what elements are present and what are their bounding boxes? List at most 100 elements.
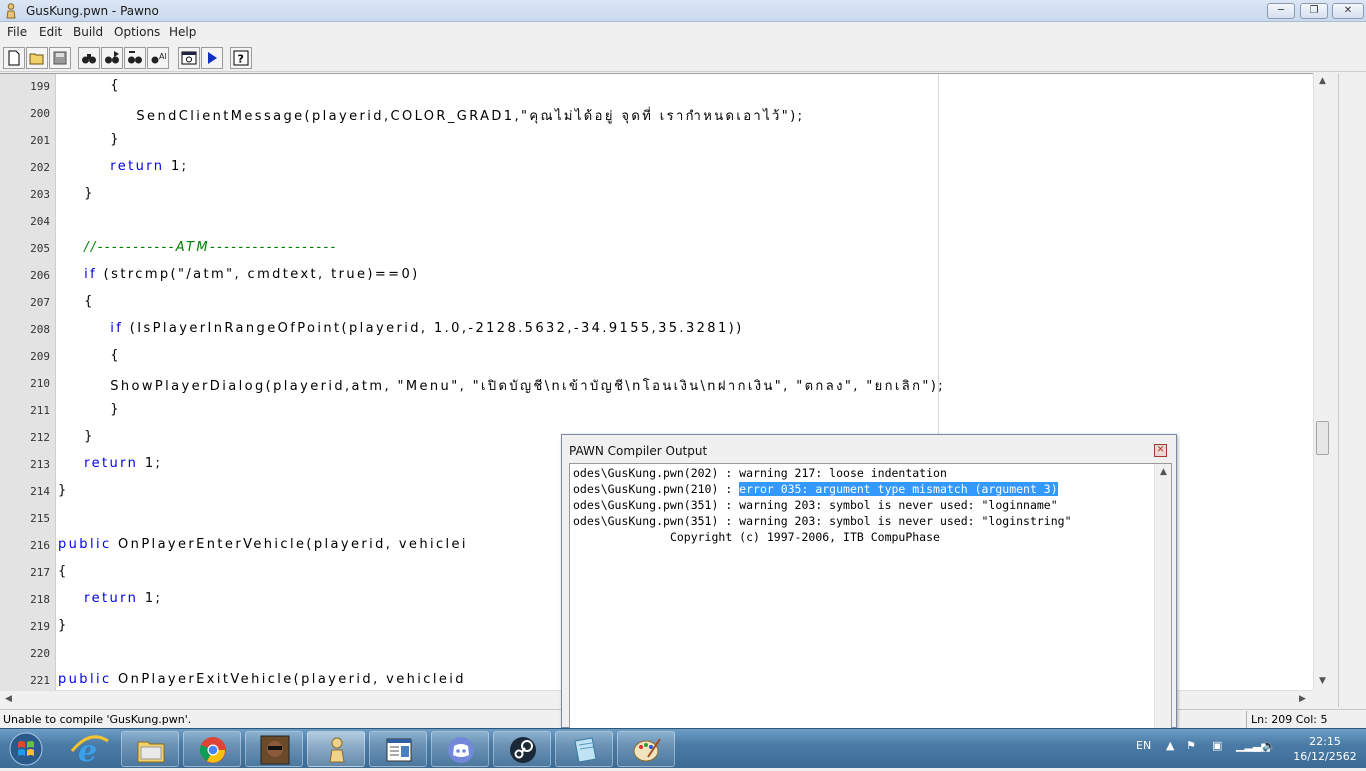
scroll-up-arrow[interactable]: ▲	[1314, 73, 1331, 90]
pawno-app-icon	[4, 3, 18, 19]
open-folder-icon	[29, 53, 44, 65]
line-number: 205	[30, 242, 50, 255]
line-number: 212	[30, 431, 50, 444]
gta-sa-icon	[260, 735, 290, 765]
compiler-output-row[interactable]: odes\GusKung.pwn(202) : warning 217: loo…	[573, 466, 947, 480]
play-icon	[208, 52, 217, 64]
scroll-left-arrow[interactable]: ◀	[0, 691, 17, 708]
steam-icon	[510, 737, 536, 763]
menu-edit[interactable]: Edit	[39, 25, 62, 39]
compile-button[interactable]	[178, 47, 200, 69]
svg-text:AB: AB	[159, 52, 166, 61]
compiler-close-button[interactable]: ✕	[1154, 444, 1167, 457]
code-line: public OnPlayerExitVehicle(playerid, veh…	[58, 672, 466, 687]
line-number: 220	[30, 647, 50, 660]
compiler-output-file: odes\GusKung.pwn(210) :	[573, 482, 740, 496]
menu-file[interactable]: File	[7, 25, 27, 39]
menu-build[interactable]: Build	[73, 25, 103, 39]
line-number: 221	[30, 674, 50, 687]
goto-line-button[interactable]: AB	[147, 47, 169, 69]
action-center-icon[interactable]: ⚑	[1186, 739, 1196, 752]
code-line: return 1;	[84, 456, 163, 471]
compiler-output-message: error 035: argument type mismatch (argum…	[739, 482, 1058, 496]
line-number: 199	[30, 80, 50, 93]
find-next-button[interactable]	[101, 47, 123, 69]
svg-text:?: ?	[238, 53, 244, 66]
line-number: 207	[30, 296, 50, 309]
taskbar-pawno[interactable]	[307, 731, 365, 767]
taskbar-file-explorer[interactable]	[121, 731, 179, 767]
line-number: 218	[30, 593, 50, 606]
compiler-output-row[interactable]: odes\GusKung.pwn(210) : error 035: argum…	[573, 482, 1058, 496]
safely-remove-hardware-icon[interactable]: ▣	[1212, 739, 1222, 752]
compiler-output-list[interactable]: odes\GusKung.pwn(202) : warning 217: loo…	[569, 463, 1172, 729]
start-button[interactable]	[4, 730, 48, 768]
taskbar-notepad[interactable]	[369, 731, 427, 767]
replace-button[interactable]	[124, 47, 146, 69]
code-line: //-----------ATM------------------	[58, 240, 338, 255]
line-number: 210	[30, 377, 50, 390]
code-line: {	[58, 564, 69, 579]
code-line: ShowPlayerDialog(playerid,atm, "Menu", "…	[58, 379, 946, 394]
clock-date: 16/12/2562	[1293, 750, 1357, 763]
maximize-button[interactable]: ❐	[1300, 3, 1328, 19]
code-line: {	[58, 348, 121, 363]
replace-icon	[128, 51, 142, 64]
line-number: 216	[30, 539, 50, 552]
menu-help[interactable]: Help	[169, 25, 196, 39]
code-line: return 1;	[84, 591, 163, 606]
taskbar-steam[interactable]	[493, 731, 551, 767]
scroll-down-arrow[interactable]: ▼	[1314, 673, 1331, 690]
internet-explorer-icon: e	[70, 734, 109, 769]
line-number: 201	[30, 134, 50, 147]
find-button[interactable]	[78, 47, 100, 69]
save-button[interactable]	[49, 47, 71, 69]
taskbar-chrome[interactable]	[183, 731, 241, 767]
help-button[interactable]: ?	[230, 47, 252, 69]
notebook-icon	[574, 737, 597, 763]
compiler-scroll-up-arrow[interactable]: ▲	[1155, 464, 1171, 481]
discord-icon	[448, 737, 474, 763]
compiler-output-scrollbar[interactable]: ▲	[1154, 464, 1171, 728]
vertical-scroll-thumb[interactable]	[1316, 421, 1329, 455]
taskbar-internet-explorer[interactable]: e	[62, 731, 118, 769]
editor-vertical-scrollbar[interactable]: ▲ ▼	[1313, 73, 1330, 690]
taskbar-notepad-blue[interactable]	[555, 731, 613, 767]
taskbar: e EN ▲ ⚑ ▣ ▁▂▃▅ 🔈 22:15 16/12/2562	[0, 728, 1366, 769]
paint-palette-icon	[633, 738, 661, 762]
volume-icon[interactable]: 🔈	[1262, 739, 1276, 752]
new-file-button[interactable]	[3, 47, 25, 69]
compiler-output-row[interactable]: odes\GusKung.pwn(351) : warning 203: sym…	[573, 498, 1058, 512]
code-line: SendClientMessage(playerid,COLOR_GRAD1,"…	[58, 109, 805, 124]
compiler-output-file: odes\GusKung.pwn(202) :	[573, 466, 740, 480]
run-button[interactable]	[201, 47, 223, 69]
toolbar: AB ?	[0, 44, 1366, 72]
code-line: if (IsPlayerInRangeOfPoint(playerid, 1.0…	[110, 321, 744, 336]
taskbar-gta-sa[interactable]	[245, 731, 303, 767]
compiler-output-file: odes\GusKung.pwn(351) :	[573, 498, 740, 512]
close-button[interactable]: ✕	[1332, 3, 1364, 19]
menu-bar: File Edit Build Options Help	[0, 22, 1366, 42]
clock[interactable]: 22:15 16/12/2562	[1290, 734, 1360, 764]
scroll-right-arrow[interactable]: ▶	[1294, 691, 1311, 708]
save-icon	[53, 51, 67, 65]
window-title: GusKung.pwn - Pawno	[26, 4, 159, 18]
goto-icon: AB	[151, 52, 166, 64]
line-number: 209	[30, 350, 50, 363]
taskbar-paint[interactable]	[617, 731, 675, 767]
compiler-output-file: odes\GusKung.pwn(351) :	[573, 514, 740, 528]
open-file-button[interactable]	[26, 47, 48, 69]
find-next-icon	[105, 51, 119, 64]
compiler-output-message: warning 203: symbol is never used: "logi…	[739, 514, 1072, 528]
language-indicator[interactable]: EN	[1136, 739, 1151, 752]
compiler-output-row[interactable]: Copyright (c) 1997-2006, ITB CompuPhase	[573, 530, 940, 544]
menu-options[interactable]: Options	[114, 25, 160, 39]
line-number: 202	[30, 161, 50, 174]
help-icon: ?	[233, 50, 249, 66]
taskbar-discord[interactable]	[431, 731, 489, 767]
show-hidden-icons[interactable]: ▲	[1166, 739, 1174, 752]
minimize-button[interactable]: ─	[1267, 3, 1295, 19]
compiler-output-row[interactable]: odes\GusKung.pwn(351) : warning 203: sym…	[573, 514, 1072, 528]
line-number: 211	[30, 404, 50, 417]
compiler-output-title: PAWN Compiler Output	[569, 444, 708, 458]
